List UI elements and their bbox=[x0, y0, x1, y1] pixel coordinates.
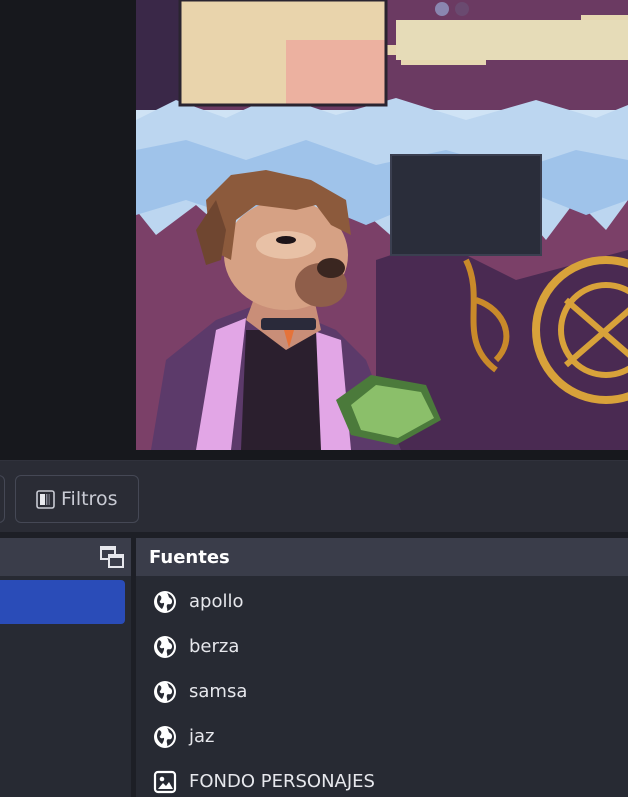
sources-dock-header: Fuentes bbox=[136, 538, 628, 576]
source-item-apollo[interactable]: apollo bbox=[136, 580, 628, 625]
source-item-fondo-personajes[interactable]: FONDO PERSONAJES bbox=[136, 760, 628, 797]
globe-icon bbox=[153, 725, 177, 749]
scenes-dock-header bbox=[0, 538, 131, 576]
preview-canvas[interactable] bbox=[136, 0, 628, 450]
preview-left-margin bbox=[0, 0, 136, 460]
scene-item-selected[interactable] bbox=[0, 580, 125, 624]
source-label: jaz bbox=[189, 726, 215, 747]
source-label: FONDO PERSONAJES bbox=[189, 771, 375, 792]
source-label: apollo bbox=[189, 591, 244, 612]
previous-toolbar-button[interactable] bbox=[0, 475, 5, 523]
sources-dock: Fuentes apollo berza samsa jaz FONDO PER… bbox=[136, 538, 628, 797]
filters-button[interactable]: Filtros bbox=[15, 475, 139, 523]
filter-icon bbox=[36, 489, 55, 509]
scene-artwork bbox=[136, 0, 628, 450]
image-icon bbox=[153, 770, 177, 794]
filters-label: Filtros bbox=[61, 488, 118, 510]
source-item-jaz[interactable]: jaz bbox=[136, 715, 628, 760]
source-label: samsa bbox=[189, 681, 248, 702]
source-item-berza[interactable]: berza bbox=[136, 625, 628, 670]
source-item-samsa[interactable]: samsa bbox=[136, 670, 628, 715]
controls-toolbar: Filtros bbox=[0, 460, 628, 532]
globe-icon bbox=[153, 590, 177, 614]
scenes-dock bbox=[0, 538, 131, 797]
globe-icon bbox=[153, 680, 177, 704]
obs-window: Filtros Fuentes apollo berza samsa jaz F… bbox=[0, 0, 628, 797]
source-label: berza bbox=[189, 636, 240, 657]
globe-icon bbox=[153, 635, 177, 659]
preview-bottom-margin bbox=[136, 450, 628, 460]
sources-title: Fuentes bbox=[149, 547, 230, 568]
undock-icon[interactable] bbox=[100, 546, 124, 568]
